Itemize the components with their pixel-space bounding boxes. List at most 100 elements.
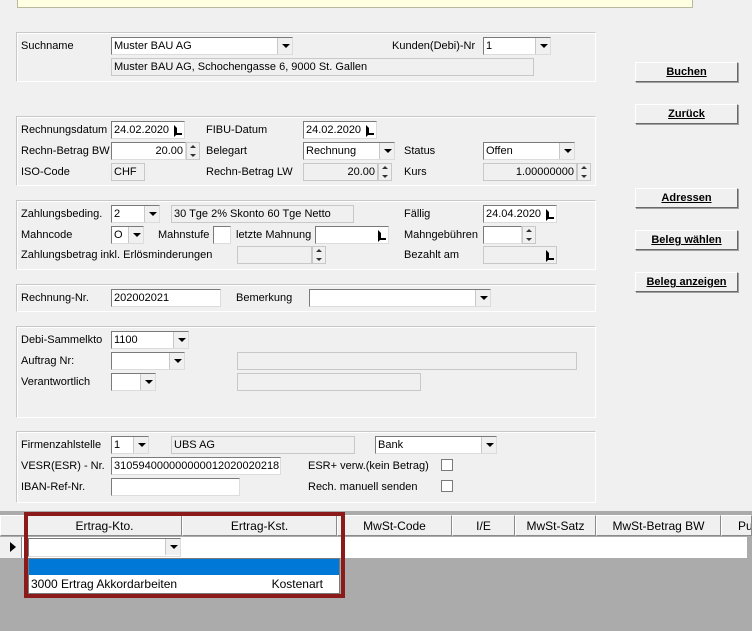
firmenzahlstelle-combo[interactable]: 1 (111, 436, 149, 454)
col-ie[interactable]: I/E (452, 515, 515, 536)
suchname-combo[interactable]: Muster BAU AG (111, 37, 293, 55)
col-mwst-betrag[interactable]: MwSt-Betrag BW (596, 515, 721, 536)
rechnung-nr-label: Rechnung-Nr. (21, 292, 89, 304)
letzte-mahnung-label: letzte Mahnung (236, 229, 312, 241)
zahlungsbed-label: Zahlungsbeding. (21, 208, 103, 220)
iso-field: CHF (111, 163, 145, 181)
zurueck-button[interactable]: Zurück (635, 104, 738, 124)
calendar-icon[interactable] (545, 207, 555, 221)
iso-label: ISO-Code (21, 166, 70, 178)
rechnungsdatum-field[interactable]: 24.02.2020 (111, 121, 185, 139)
bezahlt-label: Bezahlt am (404, 249, 460, 261)
col-mwst-code[interactable]: MwSt-Code (337, 515, 452, 536)
mahngebuehren-spinner-icon[interactable] (522, 226, 536, 244)
rechnung-nr-field[interactable]: 202002021 (111, 289, 221, 307)
belegart-combo[interactable]: Rechnung (303, 142, 395, 160)
row-indicator-icon (0, 537, 22, 558)
bemerkung-label: Bemerkung (236, 292, 293, 304)
status-combo[interactable]: Offen (483, 142, 575, 160)
buchen-button[interactable]: Buchen (635, 62, 738, 82)
kunden-nr-label: Kunden(Debi)-Nr (392, 40, 476, 52)
bezahlt-field (483, 246, 557, 264)
beleg-waehlen-button[interactable]: Beleg wählen (635, 230, 738, 250)
kunden-nr-value: 1 (486, 40, 493, 52)
chevron-down-icon[interactable] (128, 227, 143, 243)
chevron-down-icon[interactable] (140, 374, 155, 390)
info-bar (17, 0, 693, 8)
kurs-spinner-icon[interactable] (577, 163, 591, 181)
calendar-icon[interactable] (377, 228, 387, 242)
verantwortlich-combo[interactable] (111, 373, 156, 391)
esr-label: ESR+ verw.(kein Betrag) (308, 460, 429, 472)
status-value: Offen (486, 145, 513, 157)
fibu-datum-field[interactable]: 24.02.2020 (303, 121, 377, 139)
letzte-mahnung-field[interactable] (315, 226, 389, 244)
iban-label: IBAN-Ref-Nr. (21, 481, 86, 493)
belegart-value: Rechnung (306, 145, 357, 157)
adressen-button[interactable]: Adressen (635, 188, 738, 208)
mahngebuehren-field[interactable] (483, 226, 522, 244)
kunden-nr-combo[interactable]: 1 (483, 37, 551, 55)
zahlungsbetrag-field (237, 246, 312, 264)
mahncode-value: O (114, 229, 123, 241)
chevron-down-icon[interactable] (559, 143, 574, 159)
debi-label: Debi-Sammelkto (21, 334, 103, 346)
rechnungsdatum-value: 24.02.2020 (114, 124, 170, 136)
zahlungsbed-combo[interactable]: 2 (111, 205, 160, 223)
verantwortlich-label: Verantwortlich (21, 376, 91, 388)
bank-type-value: Bank (378, 439, 404, 451)
betrag-lw-field: 20.00 (303, 163, 378, 181)
chevron-down-icon[interactable] (169, 353, 184, 369)
chevron-down-icon[interactable] (475, 290, 490, 306)
betrag-lw-label: Rechn-Betrag LW (206, 166, 293, 178)
faellig-value: 24.04.2020 (486, 208, 542, 220)
firmenzahlstelle-value: 1 (114, 439, 121, 451)
esr-checkbox[interactable] (441, 459, 453, 471)
chevron-down-icon[interactable] (173, 332, 188, 348)
chevron-down-icon[interactable] (379, 143, 394, 159)
calendar-icon[interactable] (545, 248, 555, 262)
mahnstufe-label: Mahnstufe (158, 229, 210, 241)
bank-type-combo[interactable]: Bank (375, 436, 497, 454)
vesr-label: VESR(ESR) - Nr. (21, 460, 105, 472)
mahnstufe-field[interactable] (213, 226, 231, 244)
calendar-icon[interactable] (173, 123, 183, 137)
highlight-frame (24, 512, 345, 598)
betrag-bw-field[interactable]: 20.00 (111, 142, 186, 160)
bemerkung-combo[interactable] (309, 289, 491, 307)
mahncode-combo[interactable]: O (111, 226, 144, 244)
status-label: Status (404, 145, 436, 157)
betrag-lw-spinner-icon[interactable] (378, 163, 392, 181)
col-mwst-satz[interactable]: MwSt-Satz (515, 515, 596, 536)
iban-field[interactable] (111, 478, 240, 496)
faellig-field[interactable]: 24.04.2020 (483, 205, 557, 223)
accounting-panel (16, 326, 596, 418)
bank-name-field: UBS AG (171, 436, 355, 454)
col-pu[interactable]: Pu (721, 515, 752, 536)
zahlungsbetrag-spinner-icon[interactable] (312, 246, 326, 264)
mahncode-label: Mahncode (21, 229, 73, 241)
vesr-field[interactable]: 310594000000000012020020218 (111, 457, 281, 475)
chevron-down-icon[interactable] (144, 206, 159, 222)
beleg-anzeigen-button[interactable]: Beleg anzeigen (635, 272, 738, 292)
mahngebuehren-label: Mahngebühren (404, 229, 479, 241)
zahlungsbed-text: 30 Tge 2% Skonto 60 Tge Netto (171, 205, 354, 223)
grid-header-corner (0, 515, 27, 536)
betrag-bw-spinner-icon[interactable] (186, 142, 200, 160)
faellig-label: Fällig (404, 208, 431, 220)
reference-panel (16, 284, 596, 312)
chevron-down-icon[interactable] (535, 38, 550, 54)
suchname-value: Muster BAU AG (114, 40, 192, 52)
chevron-down-icon[interactable] (481, 437, 496, 453)
calendar-icon[interactable] (365, 123, 375, 137)
chevron-down-icon[interactable] (277, 38, 292, 54)
chevron-down-icon[interactable] (133, 437, 148, 453)
manuell-label: Rech. manuell senden (308, 481, 418, 493)
rechnungsdatum-label: Rechnungsdatum (21, 124, 108, 136)
debi-combo[interactable]: 1100 (111, 331, 189, 349)
firmenzahlstelle-label: Firmenzahlstelle (21, 439, 102, 451)
auftrag-combo[interactable] (111, 352, 185, 370)
auftrag-label: Auftrag Nr: (21, 355, 75, 367)
manuell-checkbox[interactable] (441, 480, 453, 492)
belegart-label: Belegart (206, 145, 247, 157)
